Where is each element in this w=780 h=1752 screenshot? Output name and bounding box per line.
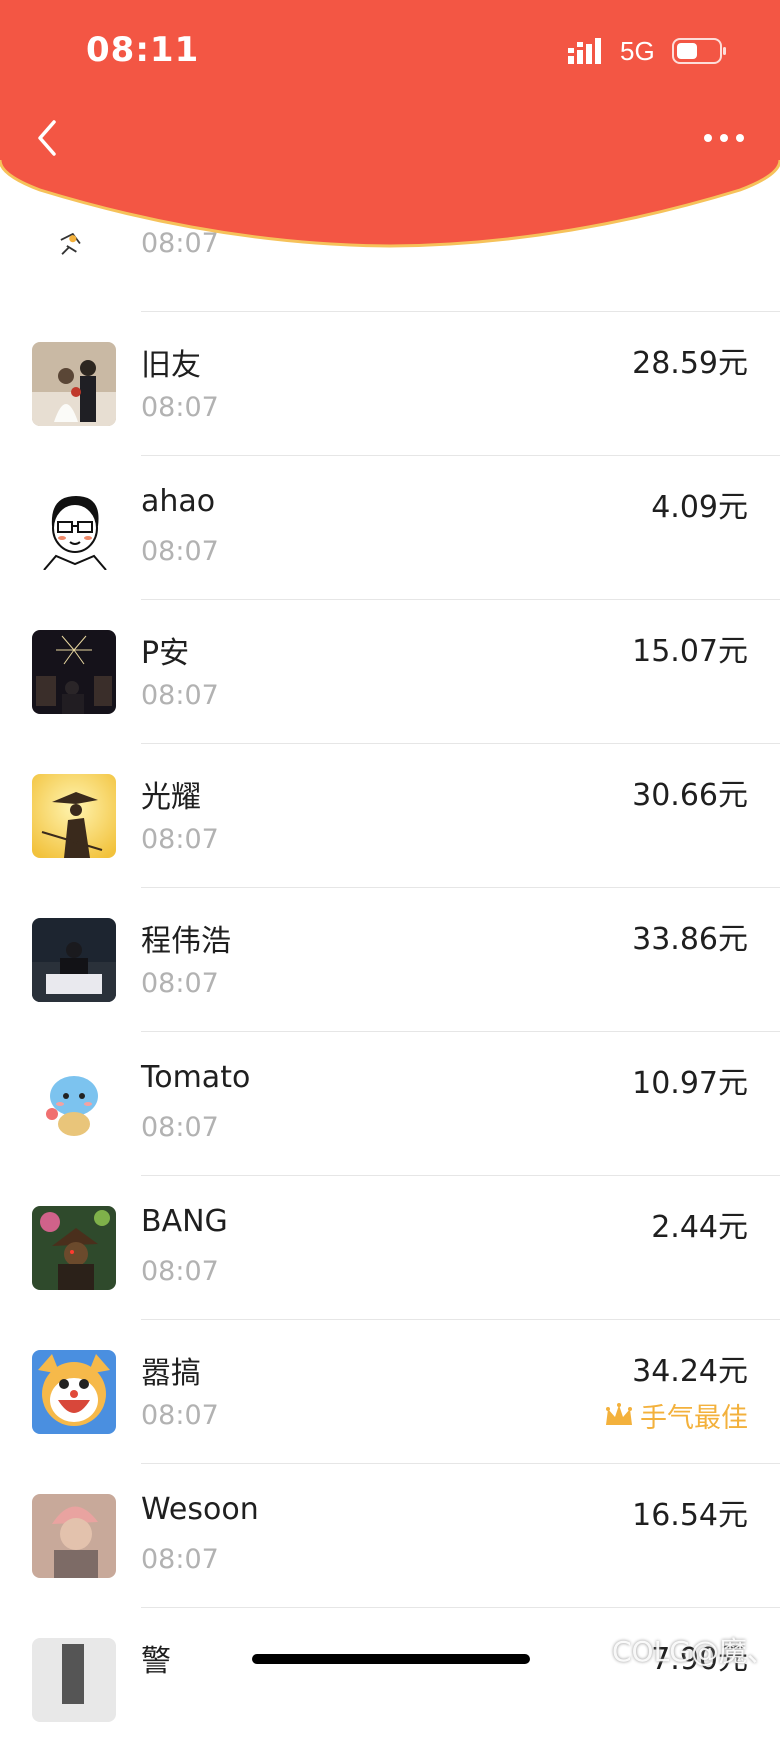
avatar: [32, 342, 116, 426]
recipient-name: 嚣搞: [141, 1356, 201, 1391]
avatar: [32, 630, 116, 714]
time-label: 08:07: [141, 392, 219, 423]
signal-icon: [568, 38, 601, 64]
amount-label: 28.59元: [632, 346, 748, 381]
chevron-left-icon[interactable]: [30, 118, 70, 158]
red-packet-header: 08:11 5G: [0, 0, 780, 250]
amount-label: 15.07元: [632, 634, 748, 669]
amount-label: 33.86元: [632, 922, 748, 957]
list-item[interactable]: 光耀 08:07 30.66元: [0, 744, 780, 888]
amount-label: 16.54元: [632, 1498, 748, 1533]
battery-icon: [672, 38, 726, 64]
avatar: [32, 1350, 116, 1434]
recipient-name: BANG: [141, 1204, 228, 1239]
recipient-name: 程伟浩: [141, 924, 231, 959]
avatar: [32, 1638, 116, 1722]
list-item[interactable]: Wesoon 08:07 16.54元: [0, 1464, 780, 1608]
list-item[interactable]: Tomato 08:07 10.97元: [0, 1032, 780, 1176]
home-indicator[interactable]: [252, 1654, 530, 1664]
recipient-name: P安: [141, 636, 190, 671]
avatar: [32, 918, 116, 1002]
crown-icon: [606, 1402, 632, 1425]
time-label: 08:07: [141, 824, 219, 855]
network-type: 5G: [620, 36, 655, 66]
avatar: [32, 1494, 116, 1578]
avatar: [32, 486, 116, 570]
recipient-name: 光耀: [141, 780, 201, 815]
time-label: 08:07: [141, 1400, 219, 1431]
time-label: 08:07: [141, 680, 219, 711]
list-item[interactable]: 旧友 08:07 28.59元: [0, 312, 780, 456]
list-item[interactable]: ahao 08:07 4.09元: [0, 456, 780, 600]
time-label: 08:07: [141, 1112, 219, 1143]
best-luck-label: 手气最佳: [640, 1403, 748, 1434]
list-item[interactable]: P安 08:07 15.07元: [0, 600, 780, 744]
amount-label: 34.24元: [632, 1354, 748, 1389]
watermark: COLG@魔、: [612, 1635, 775, 1668]
status-time: 08:11: [86, 30, 200, 70]
avatar: [32, 1062, 116, 1146]
avatar: [32, 774, 116, 858]
amount-label: 30.66元: [632, 778, 748, 813]
list-item[interactable]: 嚣搞 08:07 34.24元 手气最佳: [0, 1320, 780, 1464]
best-luck-badge: 手气最佳: [604, 1396, 748, 1435]
avatar: [32, 1206, 116, 1290]
recipient-name: 警: [141, 1644, 171, 1679]
amount-label: 4.09元: [651, 490, 748, 525]
recipient-name: 旧友: [141, 348, 201, 383]
time-label: 08:07: [141, 1544, 219, 1575]
amount-label: 2.44元: [651, 1210, 748, 1245]
list-item[interactable]: BANG 08:07 2.44元: [0, 1176, 780, 1320]
time-label: 08:07: [141, 968, 219, 999]
time-label: 08:07: [141, 536, 219, 567]
time-label: 08:07: [141, 1256, 219, 1287]
recipient-name: ahao: [141, 484, 216, 519]
more-dots-icon[interactable]: [702, 128, 746, 148]
recipient-name: Tomato: [141, 1060, 251, 1095]
amount-label: 10.97元: [632, 1066, 748, 1101]
recipient-name: Wesoon: [141, 1492, 259, 1527]
list-item[interactable]: 程伟浩 08:07 33.86元: [0, 888, 780, 1032]
